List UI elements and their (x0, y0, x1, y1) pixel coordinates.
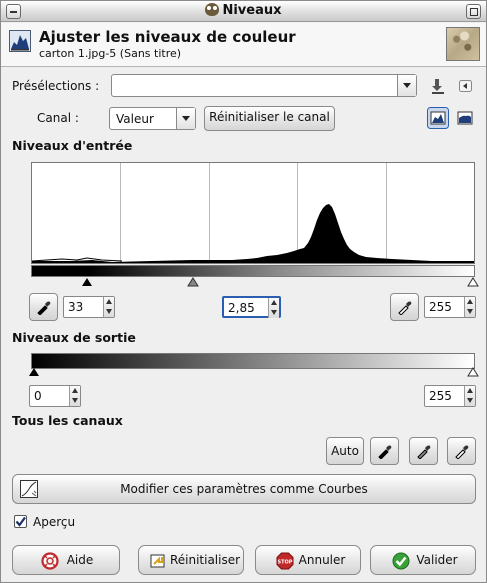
output-high-value: 255 (429, 389, 452, 403)
title-bar[interactable]: Niveaux (1, 1, 486, 22)
output-low-spin[interactable]: 0 (29, 385, 81, 407)
linear-histogram-icon[interactable] (427, 107, 449, 129)
input-low-stepper[interactable] (103, 297, 114, 317)
pick-black-all-button[interactable] (370, 437, 399, 465)
reset-label: Réinitialiser (169, 553, 241, 567)
input-high-stepper[interactable] (464, 297, 475, 317)
eyedropper-gray-icon (417, 445, 431, 459)
pick-black-point-button[interactable] (29, 293, 58, 321)
eyedropper-black-icon (37, 301, 51, 315)
chevron-down-icon[interactable] (397, 75, 416, 96)
reset-icon (150, 554, 165, 568)
output-low-value: 0 (34, 389, 42, 403)
all-channels-title: Tous les canaux (12, 413, 123, 428)
pick-gray-all-button[interactable] (409, 437, 438, 465)
input-high-value: 255 (429, 300, 452, 314)
help-icon (41, 552, 59, 570)
output-high-slider-handle[interactable] (467, 367, 479, 377)
save-preset-icon[interactable] (429, 75, 449, 97)
image-name: carton 1.jpg-5 (Sans titre) (39, 47, 182, 60)
help-button[interactable]: Aide (12, 545, 120, 575)
channel-label: Canal : (37, 111, 79, 125)
reset-channel-button[interactable]: Réinitialiser le canal (204, 106, 335, 131)
input-gamma-stepper[interactable] (268, 298, 279, 318)
input-gamma-spin[interactable]: 2,85 (222, 296, 281, 318)
cancel-button[interactable]: STOP Annuler (255, 545, 361, 575)
preview-label[interactable]: Aperçu (33, 515, 75, 529)
auto-label: Auto (331, 444, 359, 458)
input-levels-title: Niveaux d'entrée (12, 138, 133, 153)
output-gradient-bar (31, 353, 475, 369)
histogram-curve (32, 204, 474, 263)
dialog-header: Ajuster les niveaux de couleur carton 1.… (1, 23, 486, 67)
input-gamma-slider-handle[interactable] (187, 277, 199, 287)
eyedropper-white-icon (455, 445, 469, 459)
input-high-slider-handle[interactable] (467, 277, 479, 287)
image-thumbnail (446, 27, 480, 61)
output-levels-title: Niveaux de sortie (12, 330, 136, 345)
channel-value: Valeur (116, 112, 154, 126)
presets-combo[interactable] (111, 74, 417, 97)
levels-icon (9, 30, 31, 52)
input-low-value: 33 (68, 300, 84, 314)
presets-label: Présélections : (12, 79, 100, 93)
histogram (31, 162, 475, 264)
edit-as-curves-button[interactable]: Modifier ces paramètres comme Courbes (12, 474, 476, 504)
ok-icon (392, 552, 410, 570)
pick-white-all-button[interactable] (447, 437, 476, 465)
output-high-spin[interactable]: 255 (424, 385, 476, 407)
input-low-slider-handle[interactable] (81, 277, 93, 287)
input-gradient-bar (31, 265, 475, 277)
window-title-text: Niveaux (222, 3, 282, 18)
dialog-title: Ajuster les niveaux de couleur (39, 28, 296, 46)
eyedropper-white-icon (398, 301, 412, 315)
gimp-icon (205, 3, 220, 16)
reset-channel-label: Réinitialiser le canal (209, 110, 330, 124)
input-high-spin[interactable]: 255 (424, 296, 476, 318)
reset-button[interactable]: Réinitialiser (138, 545, 244, 575)
output-high-stepper[interactable] (464, 386, 475, 406)
eyedropper-black-icon (378, 445, 392, 459)
curves-icon (20, 480, 38, 498)
maximize-button[interactable] (466, 4, 481, 19)
edit-as-curves-label: Modifier ces paramètres comme Courbes (120, 482, 368, 496)
output-low-stepper[interactable] (69, 386, 80, 406)
channel-combo[interactable]: Valeur (109, 107, 196, 130)
stop-icon: STOP (276, 552, 294, 570)
help-label: Aide (66, 553, 94, 567)
window-title: Niveaux (1, 3, 486, 18)
ok-button[interactable]: Valider (370, 545, 476, 575)
svg-text:STOP: STOP (278, 560, 293, 566)
chevron-down-icon[interactable] (176, 108, 195, 129)
pick-white-point-button[interactable] (390, 293, 419, 321)
input-gamma-value: 2,85 (228, 301, 255, 315)
preset-menu-icon[interactable] (456, 75, 476, 97)
cancel-label: Annuler (298, 553, 346, 567)
ok-label: Valider (416, 553, 458, 567)
logarithmic-histogram-icon[interactable] (454, 107, 476, 129)
output-low-slider-handle[interactable] (28, 367, 40, 377)
histogram-plot (32, 163, 474, 263)
histogram-noise (32, 257, 123, 262)
preview-checkbox[interactable] (14, 515, 27, 528)
input-low-spin[interactable]: 33 (63, 296, 115, 318)
levels-dialog: Niveaux Ajuster les niveaux de couleur c… (0, 0, 487, 583)
auto-button[interactable]: Auto (326, 437, 364, 465)
checkmark-icon (15, 516, 26, 527)
